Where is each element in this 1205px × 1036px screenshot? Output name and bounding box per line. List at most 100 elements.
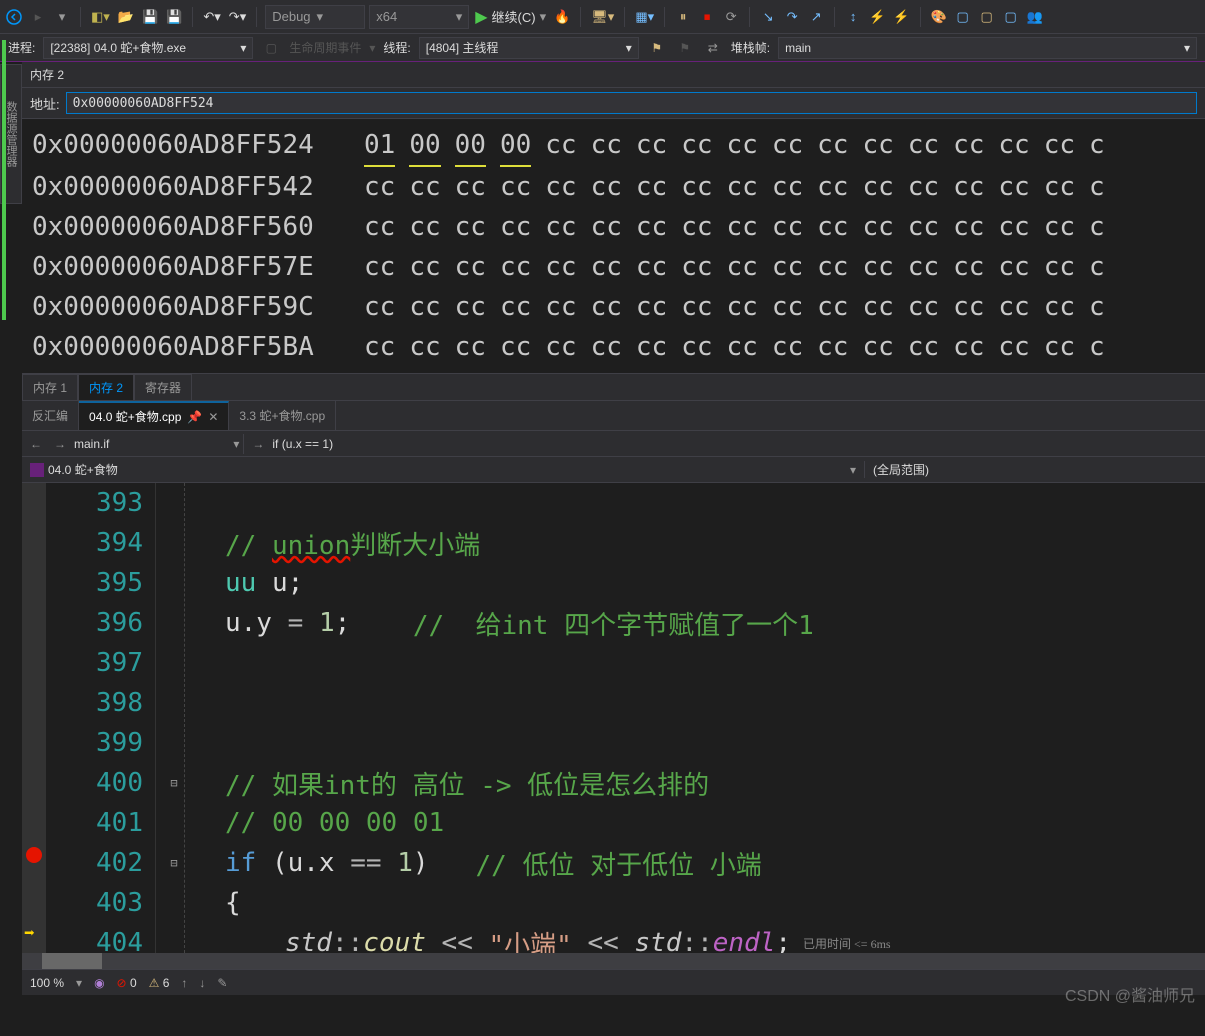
platform-dropdown[interactable]: x64▾ [369, 5, 469, 29]
memory-byte: 00 [500, 125, 531, 167]
pause-icon[interactable]: ⏸ [673, 6, 693, 28]
nav-left-icon[interactable]: ← [26, 433, 46, 455]
win-icon-1[interactable]: ▢ [953, 6, 973, 28]
config-dropdown[interactable]: Debug▾ [265, 5, 365, 29]
line-number: 395 [46, 563, 143, 603]
memory-byte: cc [727, 327, 758, 367]
nav-right-icon[interactable]: → [50, 433, 70, 455]
tool-icon-3[interactable]: ⚡ [891, 6, 911, 28]
step-out-icon[interactable]: ↗ [806, 6, 826, 28]
memory-byte: cc [727, 287, 758, 327]
breakpoint-gutter[interactable]: ➡ [22, 483, 46, 953]
perf-tip[interactable]: 已用时间 <= 6ms [803, 935, 891, 952]
palette-icon[interactable]: 🎨 [929, 6, 949, 28]
live-share-icon[interactable]: 👥 [1025, 6, 1045, 28]
memory-byte: cc [862, 287, 893, 327]
code-line: // union判断大小端 [225, 523, 1205, 563]
line-number: 404 [46, 923, 143, 953]
file-tab[interactable]: 3.3 蛇+食物.cpp [229, 401, 336, 430]
open-folder-icon[interactable]: 📂 [116, 6, 136, 28]
watermark: CSDN @酱油师兄 [1065, 982, 1195, 1006]
scope-dropdown[interactable]: (全局范围) [865, 461, 1205, 478]
memory-byte: cc [908, 247, 939, 287]
memory-byte: cc [591, 327, 622, 367]
layout-icon[interactable]: ▦▾ [633, 6, 656, 28]
redo-icon[interactable]: ↷▾ [227, 6, 248, 28]
step-over-icon[interactable]: ↷ [782, 6, 802, 28]
memory-byte: cc [953, 287, 984, 327]
stack-dropdown[interactable]: main▾ [778, 37, 1197, 59]
warning-count[interactable]: ⚠ 6 [149, 976, 170, 990]
nav-up-icon[interactable]: ↑ [181, 976, 187, 990]
save-all-icon[interactable]: 💾 [164, 6, 184, 28]
lifecycle-icon[interactable]: ▢ [261, 37, 281, 59]
horizontal-scrollbar[interactable] [22, 953, 1205, 969]
win-icon-3[interactable]: ▢ [1001, 6, 1021, 28]
memory-byte: cc [636, 167, 667, 207]
code-editor[interactable]: ➡ 39339439539639739839940040140240340440… [22, 483, 1205, 953]
memory-byte: cc [817, 167, 848, 207]
memory-address: 0x00000060AD8FF560 [32, 207, 342, 247]
memory-tab[interactable]: 寄存器 [134, 374, 192, 400]
project-dropdown[interactable]: 04.0 蛇+食物 ▾ [22, 461, 865, 478]
nav-dd[interactable]: ▾ [52, 6, 72, 28]
memory-byte: cc [1044, 125, 1075, 167]
line-number: 396 [46, 603, 143, 643]
memory-byte: cc [636, 247, 667, 287]
memory-byte: cc [409, 167, 440, 207]
hot-reload-icon[interactable]: 🔥 [552, 6, 572, 28]
tool-icon-2[interactable]: ⚡ [867, 6, 887, 28]
swap-icon[interactable]: ⇄ [703, 37, 723, 59]
tool-icon[interactable]: ✎ [217, 976, 227, 990]
thread-label: 线程: [383, 39, 410, 56]
error-count[interactable]: ⊘ 0 [117, 976, 137, 990]
nav-down-icon[interactable]: ↓ [199, 976, 205, 990]
memory-byte: cc [455, 167, 486, 207]
memory-tab[interactable]: 内存 2 [78, 374, 134, 400]
continue-button[interactable]: ▶继续(C)▾ [473, 6, 548, 28]
browser-icon[interactable]: 🖥▾ [589, 6, 616, 28]
file-tabs: 反汇编04.0 蛇+食物.cpp📌✕3.3 蛇+食物.cpp [22, 401, 1205, 431]
fold-icon[interactable]: ⊟ [164, 843, 184, 883]
flag-icon[interactable]: ⚑ [647, 37, 667, 59]
address-input[interactable] [66, 92, 1197, 114]
fold-icon[interactable]: ⊟ [164, 763, 184, 803]
memory-row: 0x00000060AD8FF59Ccccccccccccccccccccccc… [32, 287, 1205, 327]
code-content[interactable]: // union判断大小端 uu u; u.y = 1; // 给int 四个字… [184, 483, 1205, 953]
file-tab[interactable]: 04.0 蛇+食物.cpp📌✕ [79, 401, 229, 430]
memory-byte: cc [1044, 327, 1075, 367]
fold-gutter[interactable]: ⊟ ⊟ [164, 483, 184, 953]
nav-right2-icon[interactable]: → [248, 433, 268, 455]
pin-icon[interactable]: 📌 [187, 410, 202, 424]
line-number: 399 [46, 723, 143, 763]
new-item-icon[interactable]: ◧▾ [89, 6, 112, 28]
win-icon-2[interactable]: ▢ [977, 6, 997, 28]
close-icon[interactable]: ✕ [208, 410, 218, 424]
main-toolbar: ▸ ▾ ◧▾ 📂 💾 💾 ↶▾ ↷▾ Debug▾ x64▾ ▶继续(C)▾ 🔥… [0, 0, 1205, 34]
save-icon[interactable]: 💾 [140, 6, 160, 28]
undo-icon[interactable]: ↶▾ [201, 6, 222, 28]
memory-byte: cc [681, 327, 712, 367]
current-line-arrow: ➡ [24, 923, 35, 944]
flag-icon-2[interactable]: ⚑ [675, 37, 695, 59]
step-into-icon[interactable]: ↘ [758, 6, 778, 28]
memory-tab[interactable]: 内存 1 [22, 374, 78, 400]
process-dropdown[interactable]: [22388] 04.0 蛇+食物.exe▾ [43, 37, 253, 59]
breakpoint-marker[interactable] [26, 847, 42, 863]
stop-icon[interactable]: ⏹ [697, 6, 717, 28]
nav-scope[interactable]: main.if [74, 437, 109, 451]
memory-byte: cc [727, 207, 758, 247]
project-icon [30, 463, 44, 477]
tool-icon-1[interactable]: ↕ [843, 6, 863, 28]
memory-byte: cc [817, 125, 848, 167]
file-tab[interactable]: 反汇编 [22, 401, 79, 430]
nav-cond[interactable]: if (u.x == 1) [272, 437, 333, 451]
intellicode-icon[interactable]: ◉ [94, 976, 104, 990]
nav-fwd-button[interactable]: ▸ [28, 6, 48, 28]
memory-hex-view[interactable]: 0x00000060AD8FF52401000000cccccccccccccc… [22, 119, 1205, 373]
nav-back-button[interactable] [4, 6, 24, 28]
memory-byte: cc [500, 327, 531, 367]
restart-icon[interactable]: ⟳ [721, 6, 741, 28]
thread-dropdown[interactable]: [4804] 主线程▾ [419, 37, 639, 59]
zoom-level[interactable]: 100 % [30, 976, 64, 990]
